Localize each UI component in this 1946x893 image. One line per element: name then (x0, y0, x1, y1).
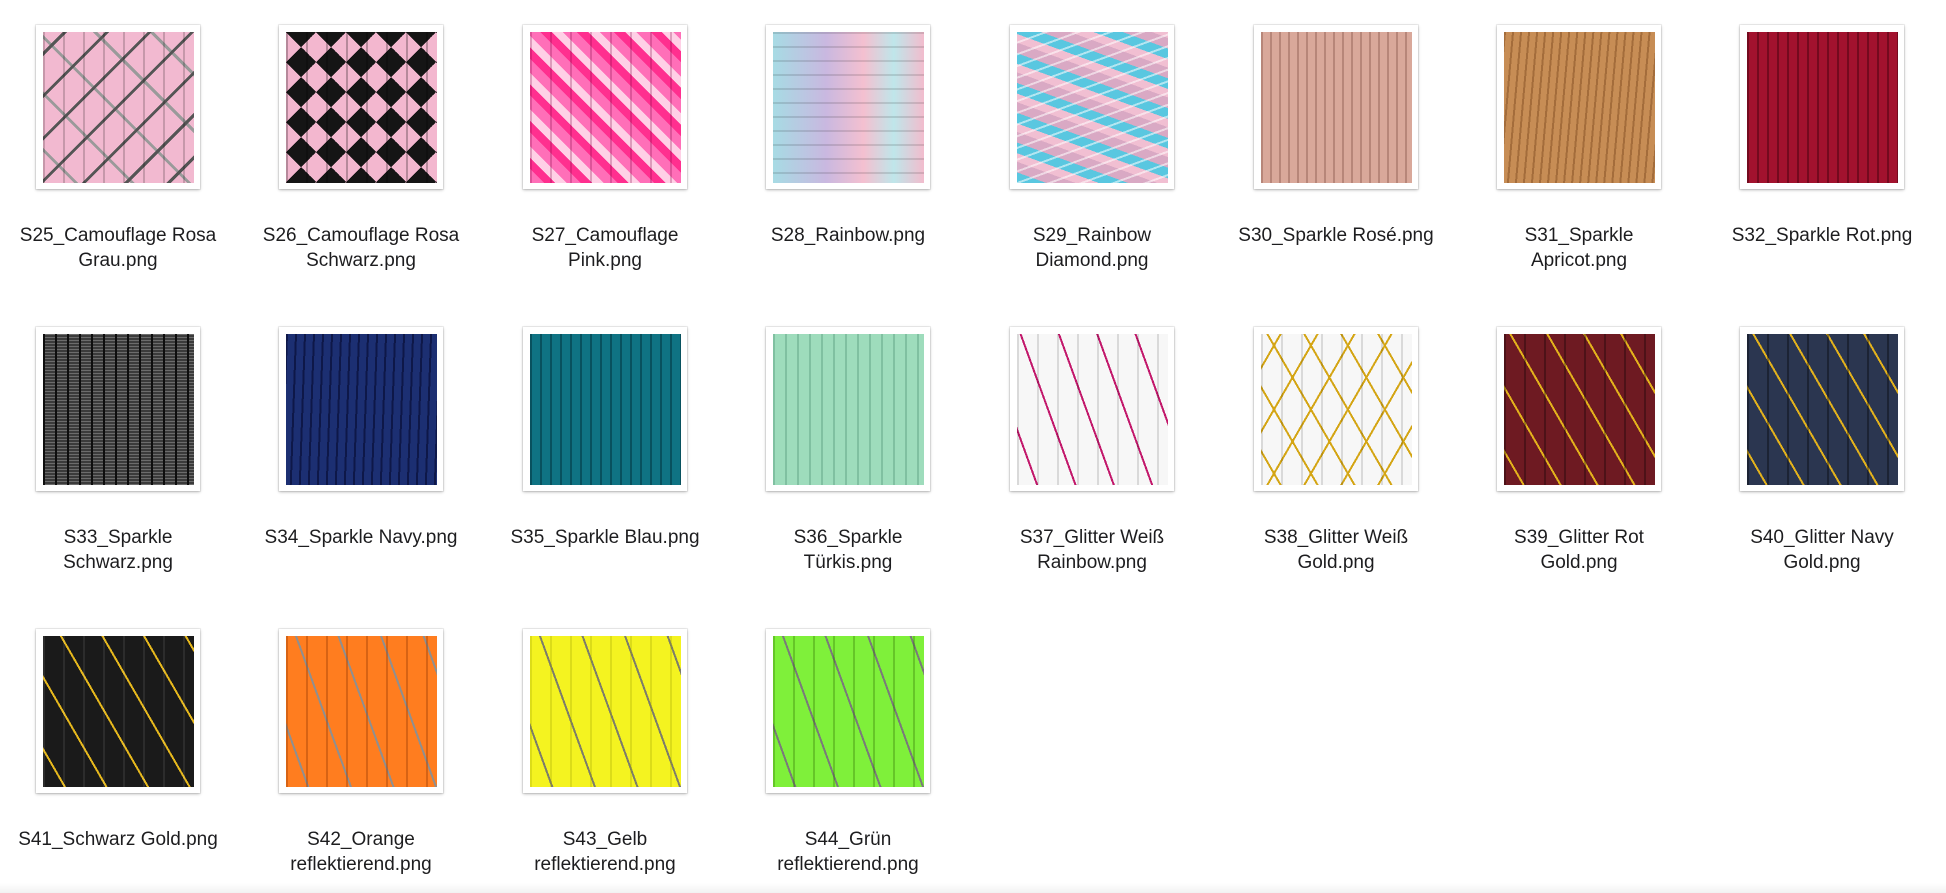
file-name: S41_Schwarz Gold.png (18, 829, 218, 850)
thumbnail-frame (523, 25, 687, 189)
thumbnail-frame (36, 629, 200, 793)
file-item[interactable]: S30_Sparkle Rosé.png (1216, 25, 1456, 248)
image-thumbnail (42, 635, 194, 787)
file-item[interactable]: S38_Glitter Weiß Gold.png (1216, 327, 1456, 575)
thumbnail-frame (1497, 25, 1661, 189)
file-item[interactable]: S39_Glitter Rot Gold.png (1459, 327, 1699, 575)
file-item[interactable]: S28_Rainbow.png (728, 25, 968, 248)
image-thumbnail (1260, 31, 1412, 183)
file-item[interactable]: S26_Camouflage Rosa Schwarz.png (241, 25, 481, 273)
file-item[interactable]: S29_Rainbow Diamond.png (972, 25, 1212, 273)
file-item[interactable]: S25_Camouflage Rosa Grau.png (0, 25, 238, 273)
file-name: S34_Sparkle Navy.png (264, 527, 458, 548)
file-item[interactable]: S33_Sparkle Schwarz.png (0, 327, 238, 575)
file-name: S40_Glitter Navy Gold.png (1750, 527, 1894, 573)
image-thumbnail (1503, 333, 1655, 485)
image-thumbnail (772, 31, 924, 183)
thumbnail-frame (766, 25, 930, 189)
image-thumbnail (285, 635, 437, 787)
thumbnail-frame (36, 25, 200, 189)
image-thumbnail (1746, 333, 1898, 485)
thumbnail-frame (279, 629, 443, 793)
file-name: S28_Rainbow.png (770, 225, 926, 246)
file-item[interactable]: S44_Grün reflektierend.png (728, 629, 968, 877)
file-name: S25_Camouflage Rosa Grau.png (19, 225, 217, 271)
file-item[interactable]: S27_Camouflage Pink.png (485, 25, 725, 273)
thumbnail-frame (523, 629, 687, 793)
file-name: S31_Sparkle Apricot.png (1524, 225, 1634, 271)
thumbnail-frame (279, 327, 443, 491)
file-item[interactable]: S42_Orange reflektierend.png (241, 629, 481, 877)
image-thumbnail (1016, 31, 1168, 183)
file-name: S26_Camouflage Rosa Schwarz.png (262, 225, 460, 271)
file-item[interactable]: S31_Sparkle Apricot.png (1459, 25, 1699, 273)
thumbnail-frame (1010, 327, 1174, 491)
file-name: S38_Glitter Weiß Gold.png (1263, 527, 1409, 573)
file-item[interactable]: S35_Sparkle Blau.png (485, 327, 725, 550)
thumbnail-frame (523, 327, 687, 491)
thumbnail-frame (766, 629, 930, 793)
file-name: S39_Glitter Rot Gold.png (1514, 527, 1644, 573)
file-name: S33_Sparkle Schwarz.png (63, 527, 173, 573)
thumbnail-frame (1010, 25, 1174, 189)
image-thumbnail (42, 333, 194, 485)
thumbnail-frame (36, 327, 200, 491)
file-item[interactable]: S32_Sparkle Rot.png (1702, 25, 1942, 248)
thumbnail-frame (279, 25, 443, 189)
thumbnail-frame (1254, 25, 1418, 189)
file-name: S43_Gelb reflektierend.png (534, 829, 676, 875)
file-name: S32_Sparkle Rot.png (1731, 225, 1913, 246)
file-item[interactable]: S43_Gelb reflektierend.png (485, 629, 725, 877)
file-item[interactable]: S41_Schwarz Gold.png (0, 629, 238, 852)
image-thumbnail (285, 31, 437, 183)
file-item[interactable]: S36_Sparkle Türkis.png (728, 327, 968, 575)
file-item[interactable]: S37_Glitter Weiß Rainbow.png (972, 327, 1212, 575)
file-name: S27_Camouflage Pink.png (531, 225, 679, 271)
image-thumbnail (1746, 31, 1898, 183)
file-name: S29_Rainbow Diamond.png (1032, 225, 1152, 271)
thumbnail-frame (1254, 327, 1418, 491)
file-name: S37_Glitter Weiß Rainbow.png (1019, 527, 1165, 573)
file-name: S42_Orange reflektierend.png (290, 829, 432, 875)
image-thumbnail (772, 333, 924, 485)
image-thumbnail (1503, 31, 1655, 183)
image-thumbnail (1260, 333, 1412, 485)
image-thumbnail (285, 333, 437, 485)
thumbnail-frame (1497, 327, 1661, 491)
image-thumbnail (529, 333, 681, 485)
file-name: S35_Sparkle Blau.png (510, 527, 700, 548)
image-thumbnail (529, 31, 681, 183)
thumbnail-frame (1740, 327, 1904, 491)
file-icon-grid: S25_Camouflage Rosa Grau.png S26_Camoufl… (0, 0, 1946, 893)
thumbnail-frame (1740, 25, 1904, 189)
file-item[interactable]: S34_Sparkle Navy.png (241, 327, 481, 550)
file-item[interactable]: S40_Glitter Navy Gold.png (1702, 327, 1942, 575)
image-thumbnail (1016, 333, 1168, 485)
image-thumbnail (42, 31, 194, 183)
image-thumbnail (529, 635, 681, 787)
file-name: S36_Sparkle Türkis.png (793, 527, 903, 573)
window-bottom-edge (0, 883, 1946, 893)
file-name: S30_Sparkle Rosé.png (1238, 225, 1434, 246)
image-thumbnail (772, 635, 924, 787)
thumbnail-frame (766, 327, 930, 491)
file-name: S44_Grün reflektierend.png (777, 829, 919, 875)
